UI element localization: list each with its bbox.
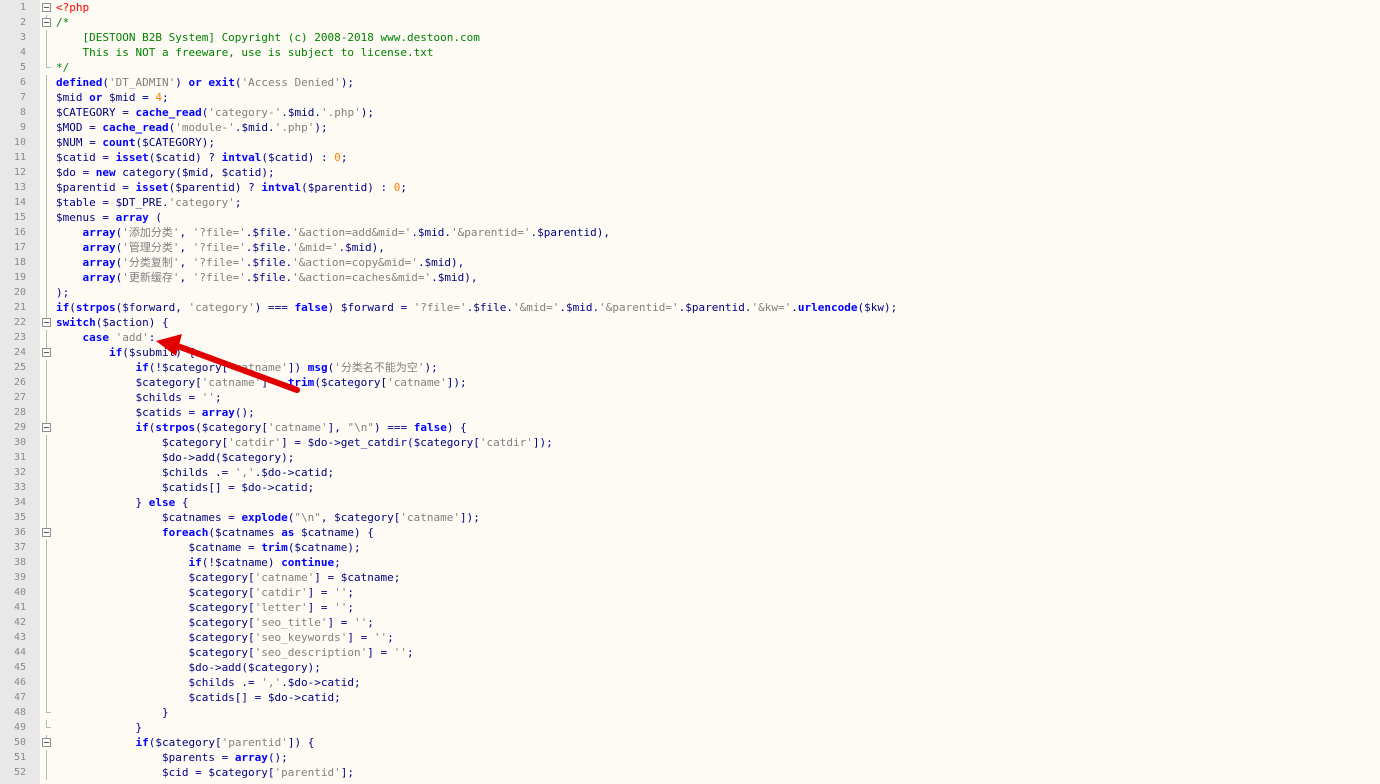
red-arrow-annotation-icon — [156, 334, 300, 393]
arrow-shaft — [169, 341, 300, 393]
arrow-head — [156, 334, 182, 356]
code-editor[interactable]: 1 <?php 2/* 3 [DESTOON B2B System] Copyrigh… — [0, 0, 1380, 784]
